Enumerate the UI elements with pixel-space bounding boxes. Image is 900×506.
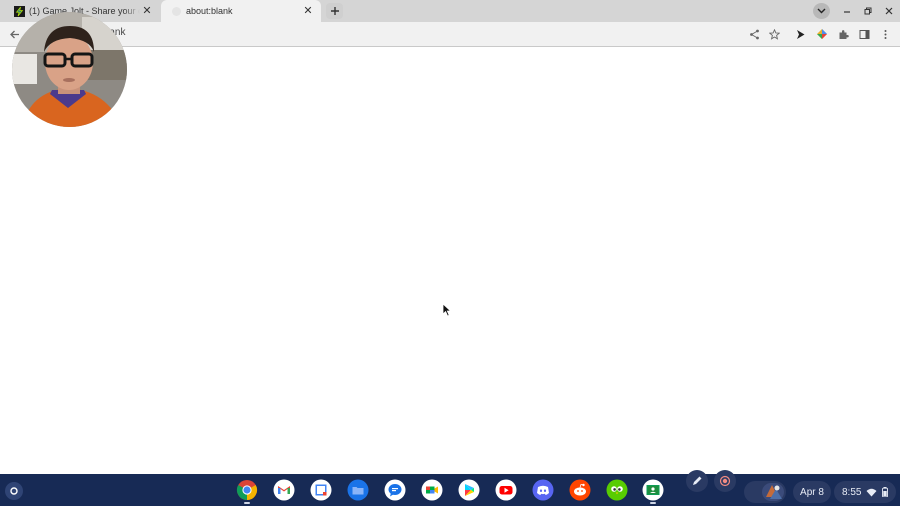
side-panel-button[interactable]: [856, 26, 872, 42]
holding-space-tray[interactable]: [744, 481, 786, 503]
chevron-down-icon: [817, 8, 826, 14]
extensions-button[interactable]: [835, 26, 851, 42]
battery-icon: [882, 487, 889, 497]
stylus-tools-button[interactable]: [686, 470, 708, 492]
arrow-left-icon: [9, 30, 19, 38]
mouse-cursor: [442, 303, 452, 317]
tab-search-button[interactable]: [813, 3, 830, 19]
extension-pointer-button[interactable]: [792, 26, 808, 42]
bookmark-button[interactable]: [766, 26, 782, 42]
status-area[interactable]: 8:55: [834, 481, 896, 503]
gmail-icon[interactable]: [273, 479, 295, 501]
share-button[interactable]: [746, 26, 762, 42]
webcam-image: [12, 12, 127, 127]
running-indicator: [244, 502, 250, 504]
colorful-extension-icon: [817, 29, 827, 39]
calendar-icon[interactable]: [310, 479, 332, 501]
minimize-button[interactable]: [839, 3, 855, 19]
star-icon: [768, 28, 780, 40]
running-indicator: [650, 502, 656, 504]
launcher-button[interactable]: [5, 482, 23, 500]
classroom-icon[interactable]: [642, 479, 664, 501]
play-store-icon[interactable]: [458, 479, 480, 501]
pointer-icon: [796, 29, 804, 39]
new-tab-button[interactable]: [326, 3, 343, 19]
files-icon[interactable]: [347, 479, 369, 501]
blank-page-icon: [171, 6, 182, 17]
screen-record-button[interactable]: [714, 470, 736, 492]
meet-icon[interactable]: [421, 479, 443, 501]
record-icon: [719, 475, 731, 487]
close-tab-icon[interactable]: ✕: [301, 4, 315, 18]
plus-icon: [330, 7, 339, 15]
circle-icon: [10, 487, 18, 495]
share-icon: [749, 29, 759, 39]
tab-title: about:blank: [186, 6, 233, 16]
holding-space-thumbnail: [762, 483, 784, 501]
game-jolt-icon: [14, 5, 25, 17]
chrome-icon[interactable]: [236, 479, 258, 501]
extension-colorful-button[interactable]: [814, 26, 830, 42]
reddit-icon[interactable]: [569, 479, 591, 501]
restore-button[interactable]: [860, 3, 876, 19]
discord-icon[interactable]: [532, 479, 554, 501]
close-tab-icon[interactable]: ✕: [140, 4, 154, 18]
messages-icon[interactable]: [384, 479, 406, 501]
tab-about-blank[interactable]: about:blank ✕: [161, 0, 321, 22]
webcam-overlay[interactable]: [12, 12, 127, 127]
puzzle-icon: [839, 29, 849, 39]
wifi-icon: [866, 488, 877, 496]
youtube-icon[interactable]: [495, 479, 517, 501]
restore-icon: [864, 7, 872, 15]
side-panel-icon: [859, 29, 869, 39]
menu-button[interactable]: [877, 26, 893, 42]
date-tray[interactable]: Apr 8: [793, 481, 831, 503]
duolingo-icon[interactable]: [606, 479, 628, 501]
browser-toolbar: t:blank: [0, 22, 900, 47]
more-vert-icon: [884, 29, 886, 39]
tab-strip: (1) Game Jolt - Share your creations ✕ a…: [0, 0, 900, 22]
minimize-icon: [844, 11, 850, 13]
clock: 8:55: [842, 486, 862, 498]
pen-icon: [693, 476, 702, 485]
close-icon: [885, 7, 893, 15]
close-window-button[interactable]: [881, 3, 897, 19]
